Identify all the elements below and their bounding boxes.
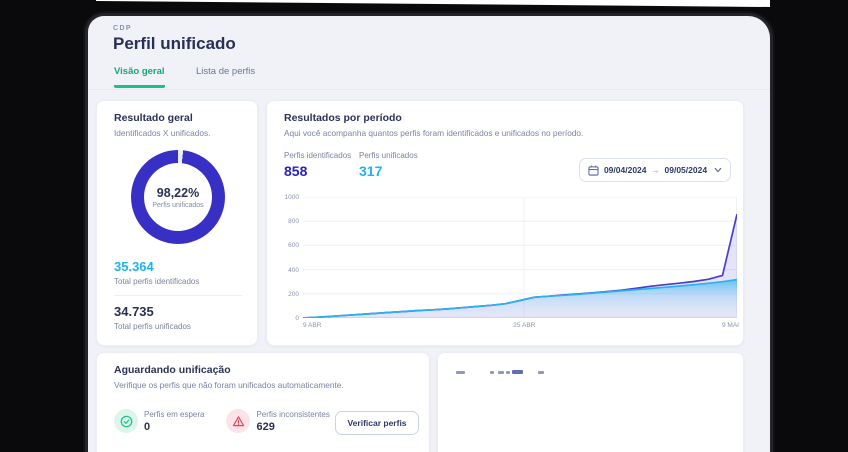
y-tick: 400	[288, 266, 299, 274]
period-card-subtitle: Aqui você acompanha quantos perfis foram…	[284, 128, 584, 138]
total-unified-stat: 34.735 Total perfis unificados	[114, 304, 191, 331]
total-identified-value: 35.364	[114, 259, 154, 274]
page-title: Perfil unificado	[113, 34, 236, 53]
inconsistent-profiles-item: Perfis inconsistentes 629	[226, 409, 330, 433]
check-circle-icon	[120, 415, 132, 427]
tab-bar: Visão geral Lista de perfis	[88, 62, 770, 90]
illegible-text	[512, 370, 523, 374]
page-background	[96, 0, 770, 7]
total-unified-value: 34.735	[114, 304, 154, 319]
period-card-title: Resultados por período	[284, 112, 402, 124]
donut-caption: Perfis unificados	[152, 201, 204, 209]
illegible-text	[456, 371, 465, 374]
waiting-profiles-value: 0	[144, 420, 151, 433]
pending-unification-card: Aguardando unificação Verifique os perfi…	[96, 352, 430, 452]
total-unified-label: Total perfis unificados	[114, 322, 191, 331]
divider	[114, 295, 242, 296]
x-tick: 25 ABR	[513, 322, 536, 329]
pending-stats-row: Perfis em espera 0 Perfis inconsistentes…	[114, 409, 330, 433]
date-end: 09/05/2024	[664, 165, 708, 175]
tab-visao-geral[interactable]: Visão geral	[114, 66, 165, 88]
date-range-picker[interactable]: 09/04/2024 → 09/05/2024	[579, 158, 731, 182]
y-tick: 1000	[284, 194, 299, 201]
total-identified-label: Total perfis identificados	[114, 277, 200, 286]
result-card-title: Resultado geral	[114, 112, 193, 124]
verify-profiles-button[interactable]: Verificar perfis	[335, 411, 419, 435]
donut-percent-value: 98,22%	[156, 185, 200, 200]
tab-lista-de-perfis[interactable]: Lista de perfis	[196, 66, 255, 85]
identified-period-stat: Perfis identificados 858	[284, 151, 351, 179]
period-chart-svg	[303, 197, 737, 318]
identified-period-value: 858	[284, 163, 308, 179]
unified-percfor-donut-chart: 98,22% Perfis unificados	[131, 150, 225, 244]
alert-triangle-icon	[232, 415, 245, 426]
x-axis-labels: 9 ABR 25 ABR 9 MAI	[303, 322, 739, 332]
date-start: 09/04/2024	[603, 165, 647, 175]
cutoff-card	[437, 352, 744, 452]
result-card: Resultado geral Identificados X unificad…	[96, 100, 258, 346]
waiting-profiles-label: Perfis em espera	[144, 409, 205, 419]
device-screen: CDP Perfil unificado Visão geral Lista d…	[88, 16, 770, 452]
illegible-text	[498, 371, 504, 374]
pending-card-title: Aguardando unificação	[114, 364, 231, 376]
y-tick: 600	[288, 242, 299, 250]
x-tick: 9 MAI	[722, 322, 739, 329]
inconsistent-profiles-label: Perfis inconsistentes	[256, 409, 330, 419]
result-card-subtitle: Identificados X unificados.	[114, 128, 211, 138]
pending-card-subtitle: Verifique os perfis que não foram unific…	[114, 380, 344, 390]
unified-period-stat: Perfis unificados 317	[359, 151, 418, 179]
illegible-text	[538, 371, 544, 374]
y-tick: 200	[288, 290, 299, 298]
x-tick: 9 ABR	[303, 322, 322, 329]
period-line-chart: 1000 800 600 400 200 0 9 ABR 25 ABR 9 MA…	[277, 189, 739, 335]
waiting-profiles-item: Perfis em espera 0	[114, 409, 204, 433]
unified-period-value: 317	[359, 163, 383, 179]
chevron-down-icon	[714, 167, 722, 173]
illegible-text	[506, 371, 510, 374]
y-tick: 0	[295, 315, 299, 322]
breadcrumb: CDP	[113, 25, 132, 32]
date-arrow: →	[651, 165, 660, 175]
y-tick: 800	[288, 218, 299, 226]
calendar-icon	[588, 165, 599, 176]
unified-period-label: Perfis unificados	[359, 151, 418, 160]
period-card: Resultados por período Aqui você acompan…	[266, 100, 744, 346]
total-identified-stat: 35.364 Total perfis identificados	[114, 259, 199, 286]
illegible-text	[490, 371, 494, 374]
inconsistent-profiles-value: 629	[256, 420, 275, 433]
identified-period-label: Perfis identificados	[284, 151, 352, 160]
